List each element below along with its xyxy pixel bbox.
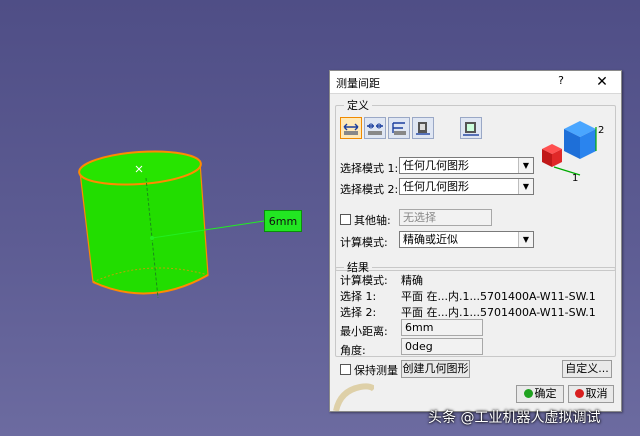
measure-thickness-icon [463,122,479,136]
measure-preview-image: 2 1 [542,121,604,184]
measure-between-button[interactable] [340,117,362,139]
selection-mode-1-combo[interactable]: 任何几何图形 ▼ [399,157,534,174]
chevron-down-icon[interactable]: ▼ [518,232,533,247]
selection-1-value: 平面 在...内.1...5701400A-W11-SW.1 [401,290,596,303]
selection-mode-1-label: 选择模式 1: [340,162,399,175]
selection-1-label: 选择 1: [340,290,377,303]
cancel-icon [574,389,584,398]
ok-icon [523,389,533,398]
ok-label: 确定 [534,387,557,400]
cancel-label: 取消 [585,387,608,400]
other-axis-field[interactable]: 无选择 [399,209,492,226]
other-axis-checkbox[interactable] [340,214,351,225]
svg-text:2: 2 [598,125,604,136]
measure-between-dialog: 测量间距 ? ✕ 定义 2 1 选择模式 1: 任何几何图形 ▼ 选择模式 2: [329,70,622,412]
measure-thickness-button[interactable] [460,117,482,139]
result-calc-mode-label: 计算模式: [340,274,388,287]
dialog-titlebar[interactable]: 测量间距 ? ✕ [330,71,621,94]
measure-in-chain-button[interactable] [364,117,386,139]
measure-in-chain-icon [367,123,383,135]
measure-fan-button[interactable] [388,117,410,139]
min-distance-value: 6mm [401,319,483,336]
help-button[interactable]: ? [552,74,570,90]
angle-label: 角度: [340,344,366,357]
selection-2-value: 平面 在...内.1...5701400A-W11-SW.1 [401,306,596,319]
result-calc-mode-value: 精确 [401,274,423,287]
min-distance-label: 最小距离: [340,325,388,338]
measure-between-icon [343,123,359,135]
measure-item-button[interactable] [412,117,434,139]
chevron-down-icon[interactable]: ▼ [518,179,533,194]
calc-mode-label: 计算模式: [340,236,388,249]
selection-2-label: 选择 2: [340,306,377,319]
measure-corner-graphic [333,383,374,411]
definition-legend: 定义 [347,99,369,112]
close-button[interactable]: ✕ [592,73,612,91]
selection-mode-2-combo[interactable]: 任何几何图形 ▼ [399,178,534,195]
dialog-title: 测量间距 [336,77,380,90]
angle-value: 0deg [401,338,483,355]
chevron-down-icon[interactable]: ▼ [518,158,533,173]
measure-item-icon [416,122,430,135]
calc-mode-value: 精确或近似 [403,233,458,246]
svg-text:1: 1 [572,173,578,184]
cancel-button[interactable]: 取消 [568,385,614,403]
measure-fan-icon [392,122,406,135]
measurement-label[interactable]: 6mm [264,210,302,232]
customize-button[interactable]: 自定义... [562,360,612,378]
selection-mode-1-value: 任何几何图形 [403,159,469,172]
selection-mode-2-value: 任何几何图形 [403,180,469,193]
calc-mode-combo[interactable]: 精确或近似 ▼ [399,231,534,248]
create-geometry-button[interactable]: 创建几何图形 [401,360,470,378]
ok-button[interactable]: 确定 [516,385,564,403]
watermark: 头条 @工业机器人虚拟调试 [428,410,601,426]
other-axis-label: 其他轴: [354,214,391,227]
selection-mode-2-label: 选择模式 2: [340,183,399,196]
